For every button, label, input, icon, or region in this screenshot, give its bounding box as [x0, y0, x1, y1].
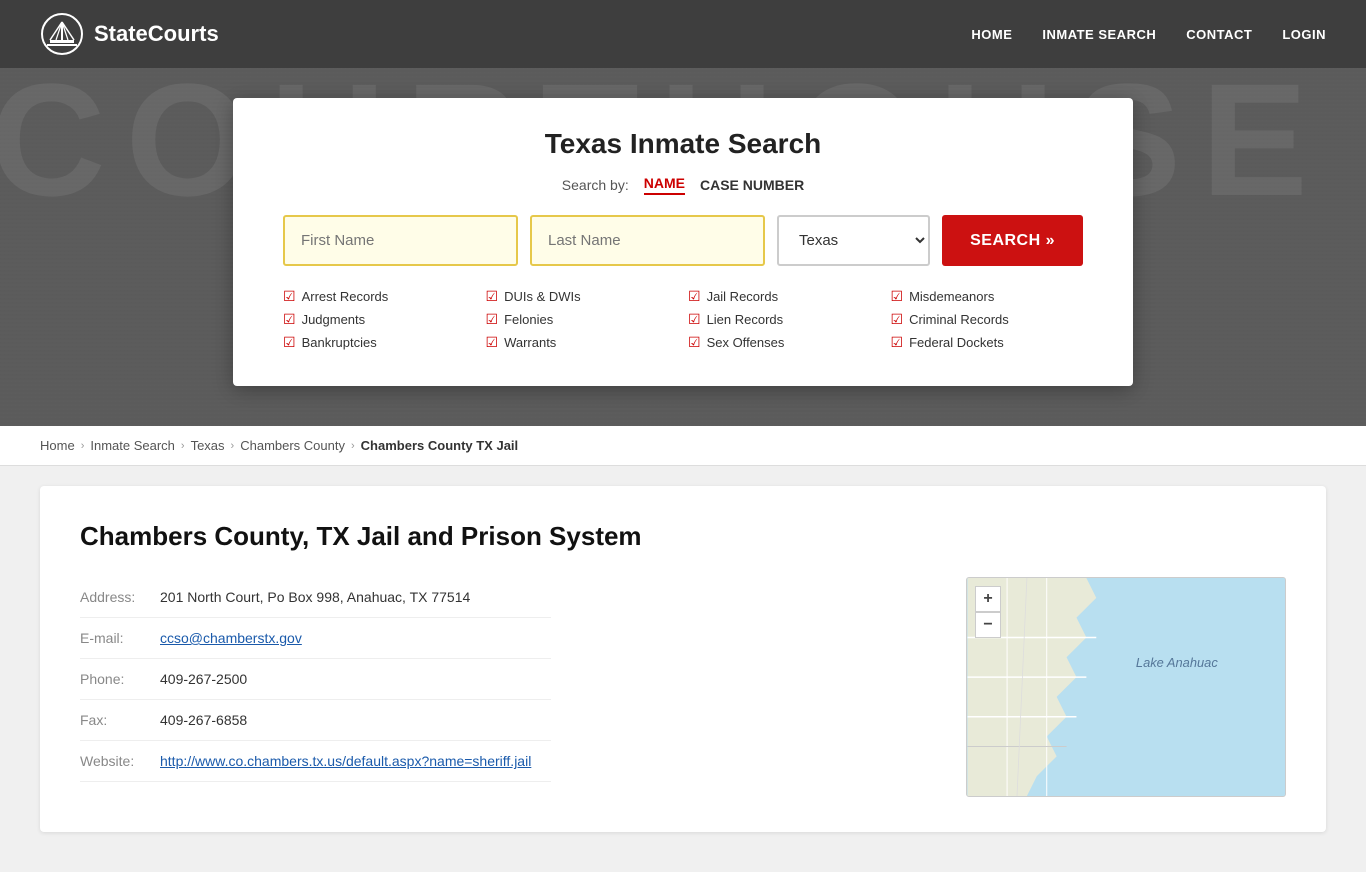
check-label-lien: Lien Records [707, 312, 784, 327]
check-label-misdemeanors: Misdemeanors [909, 289, 994, 304]
check-label-sex-offenses: Sex Offenses [707, 335, 785, 350]
check-label-federal: Federal Dockets [909, 335, 1004, 350]
check-sex-offenses: ☑ Sex Offenses [688, 334, 881, 351]
email-value: ccso@chamberstx.gov [160, 618, 551, 659]
search-inputs: Texas Alabama Alaska Arizona Arkansas Ca… [283, 215, 1083, 266]
first-name-input[interactable] [283, 215, 518, 266]
check-label-judgments: Judgments [302, 312, 366, 327]
svg-text:Lake Anahuac: Lake Anahuac [1136, 655, 1218, 670]
check-label-warrants: Warrants [504, 335, 556, 350]
check-icon-criminal: ☑ [891, 311, 904, 328]
map-zoom-in[interactable]: + [975, 586, 1001, 612]
check-warrants: ☑ Warrants [486, 334, 679, 351]
website-value: http://www.co.chambers.tx.us/default.asp… [160, 741, 551, 782]
check-label-arrest: Arrest Records [302, 289, 389, 304]
check-misdemeanors: ☑ Misdemeanors [891, 288, 1084, 305]
content-info: Address: 201 North Court, Po Box 998, An… [80, 577, 936, 797]
content-layout: Address: 201 North Court, Po Box 998, An… [80, 577, 1286, 797]
last-name-input[interactable] [530, 215, 765, 266]
check-jail-records: ☑ Jail Records [688, 288, 881, 305]
check-label-criminal: Criminal Records [909, 312, 1009, 327]
check-label-duis: DUIs & DWIs [504, 289, 581, 304]
check-icon-lien: ☑ [688, 311, 701, 328]
check-bankruptcies: ☑ Bankruptcies [283, 334, 476, 351]
check-label-felonies: Felonies [504, 312, 553, 327]
check-icon-warrants: ☑ [486, 334, 499, 351]
nav-contact[interactable]: CONTACT [1186, 27, 1252, 42]
map-controls: + − [975, 586, 1001, 638]
hero-section: COURTHOUSE Texas Inmate Search Search by… [0, 68, 1366, 426]
check-federal-dockets: ☑ Federal Dockets [891, 334, 1084, 351]
logo-text: StateCourts [94, 21, 219, 47]
website-link[interactable]: http://www.co.chambers.tx.us/default.asp… [160, 753, 531, 769]
search-by-label: Search by: [562, 177, 629, 193]
email-link[interactable]: ccso@chamberstx.gov [160, 630, 302, 646]
check-label-jail: Jail Records [707, 289, 779, 304]
breadcrumb-current: Chambers County TX Jail [361, 438, 518, 453]
phone-row: Phone: 409-267-2500 [80, 659, 551, 700]
search-title: Texas Inmate Search [283, 128, 1083, 160]
check-icon-misdemeanors: ☑ [891, 288, 904, 305]
search-button[interactable]: SEARCH » [942, 215, 1083, 266]
check-criminal-records: ☑ Criminal Records [891, 311, 1084, 328]
phone-label: Phone: [80, 659, 160, 700]
nav-inmate-search[interactable]: INMATE SEARCH [1042, 27, 1156, 42]
content-card: Chambers County, TX Jail and Prison Syst… [40, 486, 1326, 832]
map-svg: Lake Anahuac [967, 578, 1285, 796]
check-icon-federal: ☑ [891, 334, 904, 351]
check-icon-felonies: ☑ [486, 311, 499, 328]
fax-label: Fax: [80, 700, 160, 741]
website-row: Website: http://www.co.chambers.tx.us/de… [80, 741, 551, 782]
breadcrumb-sep-4: › [351, 440, 355, 452]
breadcrumb-sep-3: › [231, 440, 235, 452]
email-row: E-mail: ccso@chamberstx.gov [80, 618, 551, 659]
website-label: Website: [80, 741, 160, 782]
state-select[interactable]: Texas Alabama Alaska Arizona Arkansas Ca… [777, 215, 930, 266]
breadcrumb-sep-2: › [181, 440, 185, 452]
content-title: Chambers County, TX Jail and Prison Syst… [80, 521, 1286, 552]
check-arrest-records: ☑ Arrest Records [283, 288, 476, 305]
address-label: Address: [80, 577, 160, 618]
main-nav: HOME INMATE SEARCH CONTACT LOGIN [971, 27, 1326, 42]
check-label-bankruptcies: Bankruptcies [302, 335, 377, 350]
map-zoom-out[interactable]: − [975, 612, 1001, 638]
breadcrumb: Home › Inmate Search › Texas › Chambers … [0, 426, 1366, 466]
check-icon-bankruptcies: ☑ [283, 334, 296, 351]
nav-home[interactable]: HOME [971, 27, 1012, 42]
check-judgments: ☑ Judgments [283, 311, 476, 328]
logo-link[interactable]: StateCourts [40, 12, 219, 56]
check-lien-records: ☑ Lien Records [688, 311, 881, 328]
nav-login[interactable]: LOGIN [1282, 27, 1326, 42]
check-felonies: ☑ Felonies [486, 311, 679, 328]
address-row: Address: 201 North Court, Po Box 998, An… [80, 577, 551, 618]
check-icon-sex-offenses: ☑ [688, 334, 701, 351]
breadcrumb-sep-1: › [81, 440, 85, 452]
tab-case-number[interactable]: CASE NUMBER [700, 177, 804, 193]
breadcrumb-texas[interactable]: Texas [191, 438, 225, 453]
logo-icon [40, 12, 84, 56]
site-header: StateCourts HOME INMATE SEARCH CONTACT L… [0, 0, 1366, 68]
breadcrumb-chambers-county[interactable]: Chambers County [240, 438, 345, 453]
check-icon-duis: ☑ [486, 288, 499, 305]
check-icon-arrest: ☑ [283, 288, 296, 305]
tab-name[interactable]: NAME [644, 175, 685, 195]
email-label: E-mail: [80, 618, 160, 659]
check-icon-jail: ☑ [688, 288, 701, 305]
search-by-row: Search by: NAME CASE NUMBER [283, 175, 1083, 195]
phone-value: 409-267-2500 [160, 659, 551, 700]
map-container: + − Lake Anahuac [966, 577, 1286, 797]
search-card: Texas Inmate Search Search by: NAME CASE… [233, 98, 1133, 386]
info-table: Address: 201 North Court, Po Box 998, An… [80, 577, 551, 782]
check-duis-dwis: ☑ DUIs & DWIs [486, 288, 679, 305]
main-content: Chambers County, TX Jail and Prison Syst… [0, 466, 1366, 872]
breadcrumb-inmate-search[interactable]: Inmate Search [90, 438, 175, 453]
fax-row: Fax: 409-267-6858 [80, 700, 551, 741]
address-value: 201 North Court, Po Box 998, Anahuac, TX… [160, 577, 551, 618]
fax-value: 409-267-6858 [160, 700, 551, 741]
breadcrumb-home[interactable]: Home [40, 438, 75, 453]
check-icon-judgments: ☑ [283, 311, 296, 328]
checks-grid: ☑ Arrest Records ☑ DUIs & DWIs ☑ Jail Re… [283, 288, 1083, 351]
